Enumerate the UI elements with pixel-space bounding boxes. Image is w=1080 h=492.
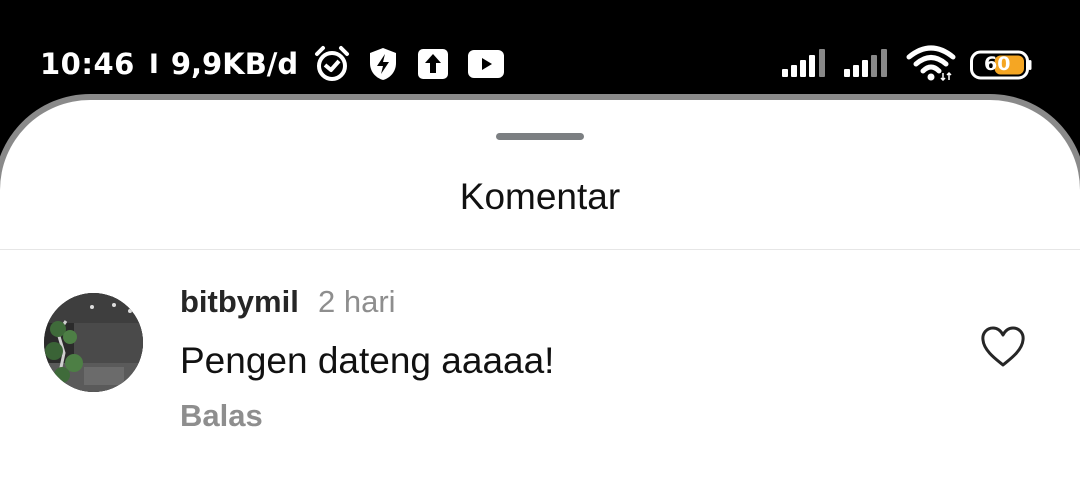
- status-right: 60: [782, 45, 1032, 86]
- comments-sheet: Komentar bitbymil 2 hari Pengen dateng a…: [0, 100, 1080, 492]
- upload-icon: [418, 49, 449, 79]
- youtube-icon: [468, 50, 505, 78]
- signal-icon: [844, 47, 892, 84]
- reply-button[interactable]: Balas: [180, 398, 263, 434]
- sheet-title: Komentar: [459, 176, 621, 217]
- shield-bolt-icon: [368, 47, 398, 81]
- clock: 10:46: [40, 47, 135, 81]
- wifi-icon: [906, 45, 956, 86]
- avatar[interactable]: [44, 293, 143, 392]
- comment-username[interactable]: bitbymil: [180, 284, 299, 320]
- status-separator: I: [148, 48, 159, 80]
- status-bar: 10:46 I 9,9KB/d 60: [0, 0, 1080, 104]
- network-speed: 9,9KB/d: [170, 47, 299, 81]
- status-left: 10:46 I 9,9KB/d: [40, 44, 505, 84]
- comment-text: Pengen dateng aaaaa!: [180, 340, 555, 381]
- signal-icon: [782, 47, 830, 84]
- like-heart-icon[interactable]: [980, 326, 1026, 368]
- comment-time: 2 hari: [318, 284, 396, 319]
- divider: [0, 249, 1080, 250]
- drag-handle[interactable]: [496, 133, 584, 140]
- battery-level: 60: [984, 53, 1011, 75]
- battery-icon: 60: [970, 50, 1032, 80]
- alarm-icon: [312, 45, 352, 83]
